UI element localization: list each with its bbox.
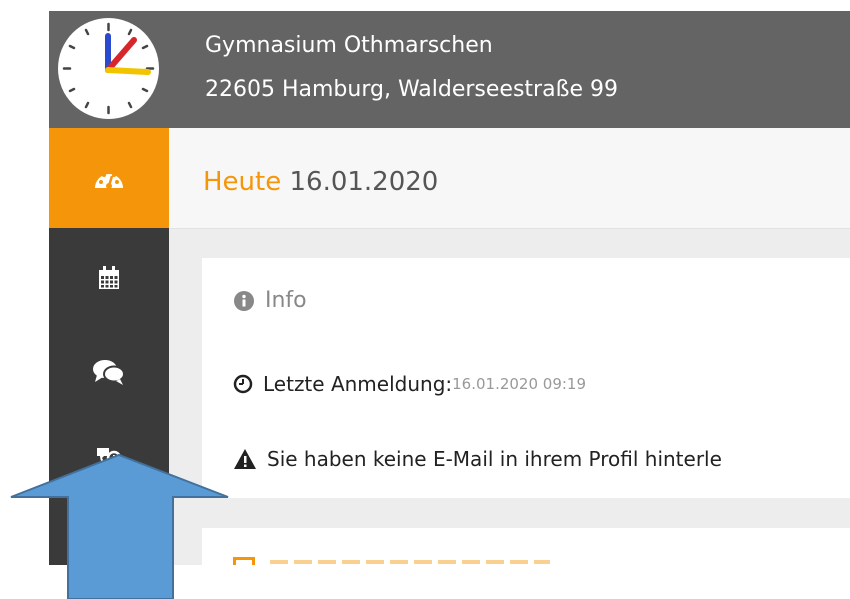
today-date: 16.01.2020 [289, 167, 439, 197]
sidebar-item-messages[interactable] [49, 322, 169, 422]
today-label: Heute [203, 167, 282, 197]
app-header [49, 11, 850, 128]
calendar-section-icon [233, 557, 255, 565]
clock-logo-icon [62, 22, 155, 115]
last-login-row: Letzte Anmeldung: 16.01.2020 09:19 [233, 372, 586, 396]
chat-icon [93, 360, 125, 385]
info-title: Info [265, 288, 307, 313]
school-address: 22605 Hamburg, Walderseestraße 99 [205, 77, 618, 102]
info-icon [234, 290, 254, 311]
school-logo[interactable] [58, 18, 159, 119]
email-warning-row: Sie haben keine E-Mail in ihrem Profil h… [233, 447, 722, 471]
last-login-label: Letzte Anmeldung: [263, 372, 453, 396]
email-warning-text: Sie haben keine E-Mail in ihrem Profil h… [267, 447, 722, 471]
calendar-icon [99, 266, 119, 289]
school-name: Gymnasium Othmarschen [205, 33, 493, 58]
next-section-title-partial [270, 557, 550, 565]
sidebar [49, 128, 169, 565]
sidebar-item-calendar[interactable] [49, 228, 169, 328]
sidebar-item-dashboard[interactable] [49, 128, 169, 228]
clock-icon [233, 374, 253, 394]
dashboard-icon [95, 170, 123, 189]
last-login-value: 16.01.2020 09:19 [452, 375, 587, 393]
warning-icon [234, 449, 256, 469]
info-header: Info [233, 288, 307, 313]
page-title: Heute 16.01.2020 [203, 166, 438, 198]
phone-contact-icon [97, 448, 122, 472]
sidebar-item-contacts[interactable] [49, 410, 169, 510]
